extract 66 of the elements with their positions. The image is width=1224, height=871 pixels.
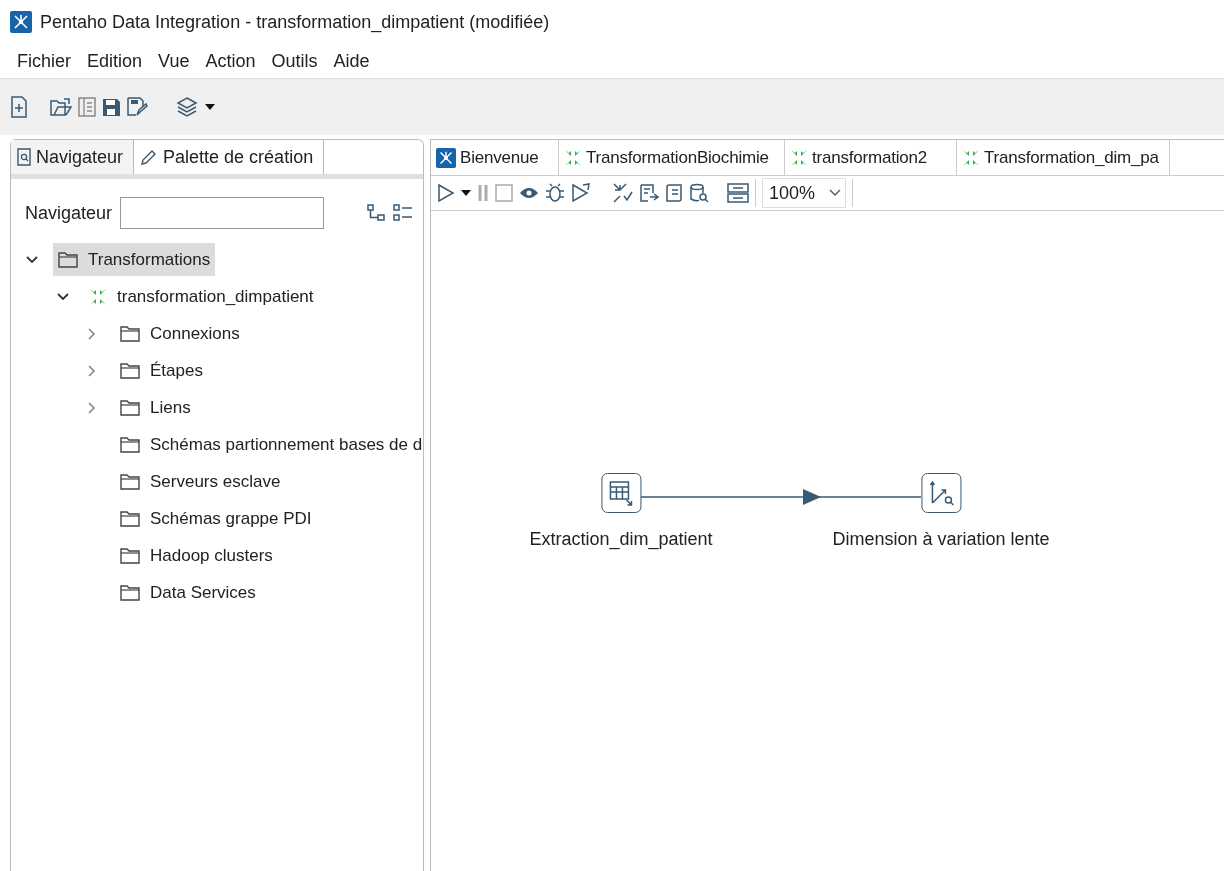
step-node[interactable]	[921, 473, 961, 513]
table-input-icon	[607, 479, 635, 507]
tree-item[interactable]: Schémas grappe PDI	[115, 502, 317, 535]
app-icon	[10, 11, 32, 33]
folder-icon	[120, 473, 140, 490]
tree-item[interactable]: Connexions	[115, 317, 245, 350]
menu-item[interactable]: Edition	[87, 50, 143, 72]
folder-icon	[120, 510, 140, 527]
folder-icon	[120, 362, 140, 379]
step-label: Dimension à variation lente	[832, 529, 1050, 550]
save-as-icon[interactable]	[127, 97, 148, 117]
dropdown-arrow-icon[interactable]	[461, 190, 471, 196]
zoom-dropdown[interactable]: 100%	[762, 178, 846, 208]
tree-item[interactable]: Hadoop clusters	[115, 539, 278, 572]
search-label: Navigateur	[25, 202, 113, 224]
chevron-right-icon[interactable]	[87, 326, 97, 341]
bug-icon[interactable]	[545, 183, 565, 203]
menu-item[interactable]: Aide	[333, 50, 370, 72]
tree-item[interactable]: Étapes	[115, 354, 208, 387]
window-title: Pentaho Data Integration - transformation_dimpatient (modifiée)	[40, 11, 550, 33]
impact-icon[interactable]	[639, 183, 659, 203]
search-field[interactable]	[120, 197, 325, 229]
tree-item[interactable]: Data Services	[115, 576, 261, 609]
chevron-right-icon[interactable]	[87, 363, 97, 378]
canvas[interactable]: Extraction_dim_patient Dimension à variation lente	[431, 211, 1224, 871]
layout-icon[interactable]	[727, 183, 749, 203]
welcome-icon	[436, 147, 456, 168]
verify-icon[interactable]	[613, 183, 633, 203]
chevron-down-icon[interactable]	[25, 254, 39, 265]
tree-item[interactable]: Schémas partionnement bases de d	[115, 428, 428, 461]
database-search-icon[interactable]	[689, 183, 709, 203]
list-view-icon[interactable]	[393, 204, 413, 222]
explorer-icon[interactable]	[78, 97, 96, 117]
new-file-icon[interactable]	[10, 96, 28, 118]
folder-icon	[120, 547, 140, 564]
menu-item[interactable]: Outils	[271, 50, 318, 72]
folder-icon	[120, 584, 140, 601]
eye-icon[interactable]	[519, 186, 539, 200]
chevron-down-icon	[829, 189, 841, 197]
chevron-right-icon[interactable]	[87, 400, 97, 415]
tree-item[interactable]: Liens	[115, 391, 196, 424]
document-search-icon	[17, 148, 31, 166]
layers-icon[interactable]	[176, 96, 198, 118]
menu-item[interactable]: Vue	[158, 50, 190, 72]
folder-icon	[120, 436, 140, 453]
panel-tab[interactable]: Navigateur	[11, 140, 135, 174]
script-icon[interactable]	[665, 183, 683, 203]
step-label: Extraction_dim_patient	[529, 529, 713, 550]
folder-icon	[120, 325, 140, 342]
step-node[interactable]	[601, 473, 641, 513]
tree-view-icon[interactable]	[367, 204, 385, 222]
open-folder-icon[interactable]	[50, 97, 72, 117]
tree-item[interactable]: transformation_dimpatient	[84, 280, 319, 313]
run-icon[interactable]	[437, 183, 455, 203]
folder-icon	[58, 251, 78, 268]
menu-item[interactable]: Fichier	[17, 50, 71, 72]
replay-icon[interactable]	[571, 183, 591, 203]
tree-item[interactable]: Serveurs esclave	[115, 465, 286, 498]
dimension-chart-icon	[927, 479, 955, 507]
chevron-down-icon[interactable]	[56, 291, 70, 302]
menu-item[interactable]: Action	[205, 50, 256, 72]
dropdown-arrow-icon[interactable]	[204, 103, 216, 111]
save-icon[interactable]	[102, 97, 121, 117]
hop-arrow[interactable]	[640, 489, 922, 505]
folder-icon	[120, 399, 140, 416]
tree-item[interactable]: Transformations	[53, 243, 216, 276]
